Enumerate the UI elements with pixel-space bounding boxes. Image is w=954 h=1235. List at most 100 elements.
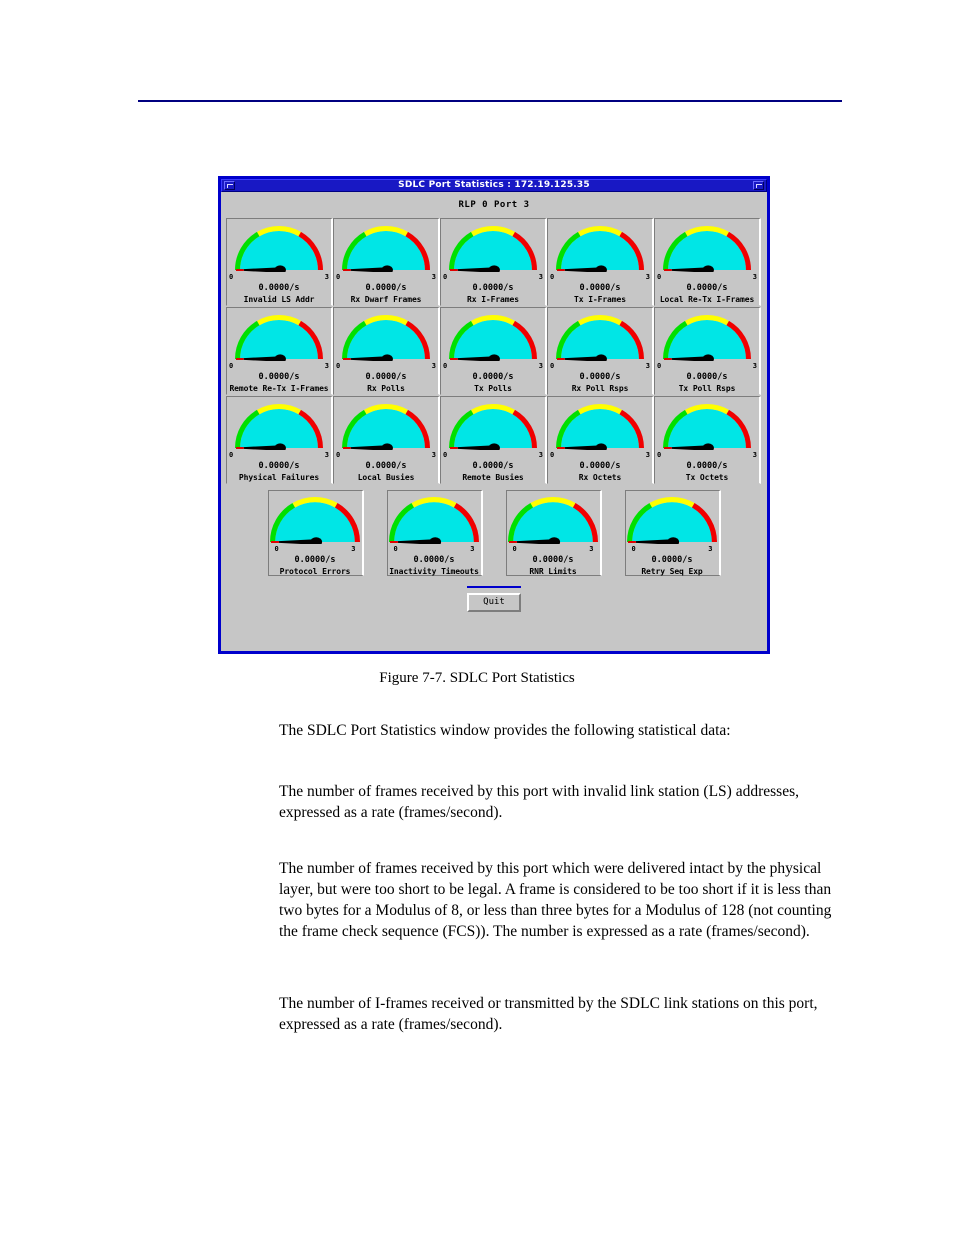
gauge-tick-min: 0 [229,451,234,459]
gauge-dial-area [227,308,331,363]
gauge-tick-min: 0 [336,273,341,281]
gauge-value: 0.0000/s [472,283,514,293]
gauge-dial-area [441,308,545,363]
gauge-value: 0.0000/s [258,372,300,382]
gauge-cell: 0 3 0.0000/s Tx Poll Rsps [654,307,761,395]
gauge-cell: 0 3 0.0000/s Tx Octets [654,396,761,484]
page-header-rule [138,100,842,102]
gauge-cell: 0 3 0.0000/s Rx Poll Rsps [547,307,654,395]
gauge-label: Rx Dwarf Frames [350,295,422,304]
gauge-dial-area [655,397,759,452]
gauge-tick-max: 3 [645,451,650,459]
figure-caption: Figure 7-7. SDLC Port Statistics [379,670,575,686]
gauge-cell: 0 3 0.0000/s Remote Re-Tx I-Frames [226,307,333,395]
gauge-tick-row: 03 [227,273,331,282]
gauge-dial [235,226,323,272]
gauge-cell: 0 3 0.0000/s Tx Polls [440,307,547,395]
gauge-row-3: 0 3 0.0000/s Physical Failures 0 3 0.0000/s Loc… [226,396,762,484]
gauge-tick-max: 3 [470,545,475,553]
gauge-value: 0.0000/s [686,283,728,293]
gauge-dial [235,315,323,361]
gauge-dial-area [388,491,481,546]
gauge-label: Physical Failures [238,473,320,482]
gauge-tick-row: 03 [334,451,438,460]
gauge-dial [449,315,537,361]
gauge-tick-max: 3 [645,362,650,370]
gauge-tick-max: 3 [431,273,436,281]
gauge-label: RNR Limits [529,567,577,576]
gauge-tick-row: 03 [388,545,481,554]
gauge-dial [556,315,644,361]
gauge-label: Invalid LS Addr [243,295,315,304]
window-body: RLP 0 Port 3 0 3 0.0000/s Invalid LS Addr 0 3… [221,192,767,651]
gauge-tick-max: 3 [589,545,594,553]
gauge-label: Local Busies [357,473,415,482]
gauge-row-2: 0 3 0.0000/s Remote Re-Tx I-Frames 0 3 0.0000/… [226,307,762,395]
gauge-tick-min: 0 [657,451,662,459]
gauge-dial [342,315,430,361]
gauge-dial-area [507,491,600,546]
gauge-tick-row: 03 [441,362,545,371]
gauge-label: Rx I-Frames [467,295,519,304]
gauge-tick-max: 3 [538,362,543,370]
gauge-label: Rx Octets [578,473,622,482]
gauge-tick-max: 3 [708,545,713,553]
gauge-tick-min: 0 [229,273,234,281]
gauge-tick-row: 03 [548,273,652,282]
gauge-dial-area [227,219,331,274]
quit-button-bar: Quit [226,586,762,612]
gauge-value: 0.0000/s [258,461,300,471]
gauge-tick-min: 0 [393,545,398,553]
quit-button[interactable]: Quit [467,593,521,612]
gauge-cell: 0 3 0.0000/s Local Re-Tx I-Frames [654,218,761,306]
gauge-tick-row: 03 [441,273,545,282]
gauge-cell: 0 3 0.0000/s Rx I-Frames [440,218,547,306]
gauge-tick-row: 03 [269,545,362,554]
gauge-cell: 0 3 0.0000/s Remote Busies [440,396,547,484]
window-menu-icon[interactable] [224,181,235,190]
gauge-dial [449,404,537,450]
gauge-cell: 0 3 0.0000/s Invalid LS Addr [226,218,333,306]
gauge-dial [627,497,717,544]
gauge-label: Tx I-Frames [574,295,626,304]
gauge-tick-min: 0 [336,362,341,370]
gauge-dial [663,226,751,272]
gauge-dial [389,497,479,544]
gauge-label: Tx Poll Rsps [678,384,736,393]
body-paragraph-2: The number of frames received by this po… [279,783,799,821]
gauge-value: 0.0000/s [294,555,336,565]
gauge-value: 0.0000/s [686,461,728,471]
gauge-dial [342,404,430,450]
gauge-label: Remote Busies [462,473,524,482]
gauge-dial-area [334,308,438,363]
gauge-dial [342,226,430,272]
gauge-cell: 0 3 0.0000/s Inactivity Timeouts [386,490,483,576]
gauge-tick-row: 03 [441,451,545,460]
gauge-tick-row: 03 [227,451,331,460]
window-resize-icon[interactable] [753,181,764,190]
gauge-label: Remote Re-Tx I-Frames [229,384,329,393]
gauge-tick-min: 0 [274,545,279,553]
window-title-bar[interactable]: SDLC Port Statistics : 172.19.125.35 [221,179,767,192]
gauge-dial [556,226,644,272]
gauge-value: 0.0000/s [579,372,621,382]
default-button-frame: Quit [467,586,521,612]
gauge-cell: 0 3 0.0000/s Retry Seq Exp [624,490,721,576]
gauge-label: Retry Seq Exp [641,567,703,576]
gauge-tick-max: 3 [752,362,757,370]
gauge-tick-max: 3 [324,451,329,459]
gauge-cell: 0 3 0.0000/s Rx Octets [547,396,654,484]
gauge-label: Inactivity Timeouts [389,567,479,576]
gauge-cell: 0 3 0.0000/s RNR Limits [505,490,602,576]
gauge-tick-min: 0 [631,545,636,553]
gauge-label: Rx Polls [367,384,405,393]
gauge-tick-row: 03 [655,362,759,371]
gauge-dial-area [548,397,652,452]
port-subtitle: RLP 0 Port 3 [458,200,530,210]
gauge-tick-min: 0 [336,451,341,459]
gauge-row-1: 0 3 0.0000/s Invalid LS Addr 0 3 0.0000/s Rx Dw… [226,218,762,306]
gauge-tick-min: 0 [550,451,555,459]
gauge-label: Tx Polls [474,384,512,393]
window-title: SDLC Port Statistics : 172.19.125.35 [398,180,590,190]
gauge-tick-max: 3 [752,273,757,281]
